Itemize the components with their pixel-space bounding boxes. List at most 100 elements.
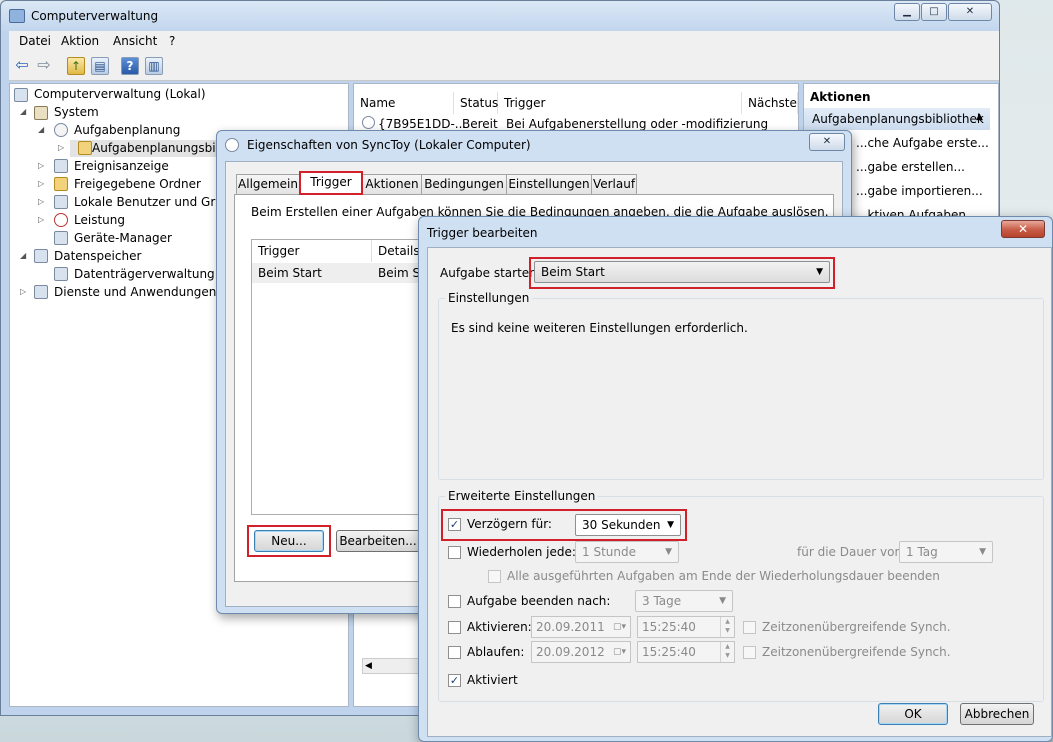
delay-dropdown[interactable]: 30 Sekunden ▼ — [575, 514, 681, 536]
new-trigger-button[interactable]: Neu... — [254, 530, 324, 552]
activate-sync-checkbox[interactable] — [743, 621, 756, 634]
collapse-arrow-icon[interactable]: ◢ — [20, 251, 26, 260]
tree-label: Aufgabenplanungsbibli — [92, 141, 230, 155]
tab-verlauf[interactable]: Verlauf — [591, 174, 637, 194]
computer-management-icon — [9, 9, 25, 23]
stop-all-checkbox[interactable] — [488, 570, 501, 583]
tab-allgemein[interactable]: Allgemein — [236, 174, 300, 194]
trigger-edit-dialog: Trigger bearbeiten ✕ Aufgabe starten: Be… — [418, 216, 1053, 742]
main-titlebar[interactable]: Computerverwaltung ▁ □ ✕ — [1, 1, 999, 31]
enabled-checkbox[interactable]: ✓ — [448, 674, 461, 687]
delay-checkbox[interactable]: ✓ — [448, 518, 461, 531]
action-create-task[interactable]: ...gabe erstellen... — [856, 160, 965, 174]
collapse-arrow-icon[interactable]: ◢ — [38, 125, 44, 134]
repeat-interval-value: 1 Stunde — [582, 545, 636, 559]
calendar-icon[interactable]: ▢▾ — [613, 642, 626, 662]
collapse-arrow-icon[interactable]: ◢ — [20, 107, 26, 116]
advanced-group-title: Erweiterte Einstellungen — [445, 489, 599, 503]
column-header-next-run[interactable]: Nächste — [742, 92, 798, 114]
ok-button[interactable]: OK — [878, 703, 948, 725]
expire-date-field[interactable]: 20.09.2012 ▢▾ — [531, 641, 631, 663]
horizontal-scrollbar[interactable]: ◀ — [362, 658, 422, 674]
expire-time-field[interactable]: 15:25:40 ▲ ▼ — [637, 641, 735, 663]
close-button[interactable]: ✕ — [948, 3, 992, 21]
time-spinner-icon[interactable]: ▲ ▼ — [720, 642, 734, 662]
expire-label: Ablaufen: — [467, 645, 525, 659]
activate-checkbox[interactable] — [448, 621, 461, 634]
expire-sync-checkbox[interactable] — [743, 646, 756, 659]
tab-einstellungen[interactable]: Einstellungen — [506, 174, 592, 194]
trigger-dialog-title: Trigger bearbeiten — [427, 226, 538, 240]
menu-aktion[interactable]: Aktion — [61, 34, 99, 48]
trigger-close-button[interactable]: ✕ — [1001, 220, 1045, 238]
tree-label: Leistung — [74, 213, 125, 227]
repeat-duration-dropdown[interactable]: 1 Tag ▼ — [899, 541, 993, 563]
activate-date-field[interactable]: 20.09.2011 ▢▾ — [531, 616, 631, 638]
end-task-value: 3 Tage — [642, 594, 682, 608]
calendar-icon[interactable]: ▢▾ — [613, 617, 626, 637]
properties-close-button[interactable]: ✕ — [809, 133, 845, 151]
disk-management-icon — [54, 267, 68, 281]
expand-arrow-icon[interactable]: ▷ — [38, 161, 44, 170]
end-task-label: Aufgabe beenden nach: — [467, 594, 611, 608]
minimize-button[interactable]: ▁ — [894, 3, 920, 21]
stop-all-label: Alle ausgeführten Aufgaben am Ende der W… — [507, 569, 940, 583]
dropdown-arrow-icon: ▼ — [979, 547, 986, 557]
users-icon — [54, 195, 68, 209]
menu-datei[interactable]: Datei — [19, 34, 51, 48]
column-header-name[interactable]: Name — [354, 92, 454, 114]
column-header-status[interactable]: Status — [454, 92, 498, 114]
folder-icon — [78, 141, 92, 155]
repeat-interval-dropdown[interactable]: 1 Stunde ▼ — [575, 541, 679, 563]
delay-value: 30 Sekunden — [582, 518, 661, 532]
properties-titlebar[interactable]: Eigenschaften von SyncToy (Lokaler Compu… — [217, 131, 851, 159]
expire-date-value: 20.09.2012 — [536, 645, 605, 659]
back-arrow-icon[interactable]: ⇦ — [13, 57, 31, 75]
up-folder-icon[interactable]: ↑ — [67, 57, 85, 75]
settings-info-text: Es sind keine weiteren Einstellungen erf… — [451, 321, 748, 335]
trigger-titlebar[interactable]: Trigger bearbeiten ✕ — [419, 217, 1052, 245]
forward-arrow-icon[interactable]: ⇨ — [35, 57, 53, 75]
column-header-trigger[interactable]: Trigger — [252, 240, 372, 262]
start-task-label: Aufgabe starten: — [440, 266, 541, 280]
enabled-label: Aktiviert — [467, 673, 518, 687]
start-task-value: Beim Start — [541, 265, 605, 279]
expand-arrow-icon[interactable]: ▷ — [20, 287, 26, 296]
expand-arrow-icon[interactable]: ▷ — [38, 179, 44, 188]
dropdown-arrow-icon: ▼ — [665, 547, 672, 557]
cell-trigger: Beim Start — [258, 266, 322, 280]
help-icon[interactable]: ? — [121, 57, 139, 75]
tab-bedingungen[interactable]: Bedingungen — [421, 174, 507, 194]
menu-help[interactable]: ? — [169, 34, 175, 48]
action-import-task[interactable]: ...gabe importieren... — [856, 184, 983, 198]
expand-arrow-icon[interactable]: ▷ — [38, 197, 44, 206]
expire-checkbox[interactable] — [448, 646, 461, 659]
action-create-basic-task[interactable]: ...che Aufgabe erste... — [856, 136, 989, 150]
collapse-section-icon[interactable]: ▲ — [976, 112, 983, 122]
tree-label: Datenspeicher — [54, 249, 142, 263]
activate-time-field[interactable]: 15:25:40 ▲ ▼ — [637, 616, 735, 638]
tab-aktionen[interactable]: Aktionen — [362, 174, 422, 194]
tree-label: Datenträgerverwaltung — [74, 267, 215, 281]
end-task-checkbox[interactable] — [448, 595, 461, 608]
edit-trigger-button[interactable]: Bearbeiten... — [336, 530, 420, 552]
time-spinner-icon[interactable]: ▲ ▼ — [720, 617, 734, 637]
maximize-button[interactable]: □ — [921, 3, 947, 21]
show-hide-tree-icon[interactable]: ▤ — [91, 57, 109, 75]
start-task-dropdown[interactable]: Beim Start ▼ — [534, 261, 830, 283]
tree-item-aufgabenplanungsbibliothek[interactable]: ▷ Aufgabenplanungsbibli — [58, 140, 230, 157]
show-action-pane-icon[interactable]: ▥ — [145, 57, 163, 75]
expand-arrow-icon[interactable]: ▷ — [38, 215, 44, 224]
tab-trigger[interactable]: Trigger — [299, 171, 363, 195]
repeat-checkbox[interactable] — [448, 546, 461, 559]
menu-ansicht[interactable]: Ansicht — [113, 34, 157, 48]
tree-item-aufgabenplanung[interactable]: ◢ Aufgabenplanung — [38, 123, 238, 139]
actions-section-header[interactable]: Aufgabenplanungsbibliothek ▲ — [804, 108, 990, 130]
window-title: Computerverwaltung — [31, 9, 159, 23]
expand-arrow-icon[interactable]: ▷ — [58, 143, 64, 152]
column-header-trigger[interactable]: Trigger — [498, 92, 742, 114]
cancel-button[interactable]: Abbrechen — [960, 703, 1034, 725]
end-task-dropdown[interactable]: 3 Tage ▼ — [635, 590, 733, 612]
tree-item-system[interactable]: ◢ System — [20, 105, 220, 121]
dropdown-arrow-icon: ▼ — [667, 520, 674, 530]
